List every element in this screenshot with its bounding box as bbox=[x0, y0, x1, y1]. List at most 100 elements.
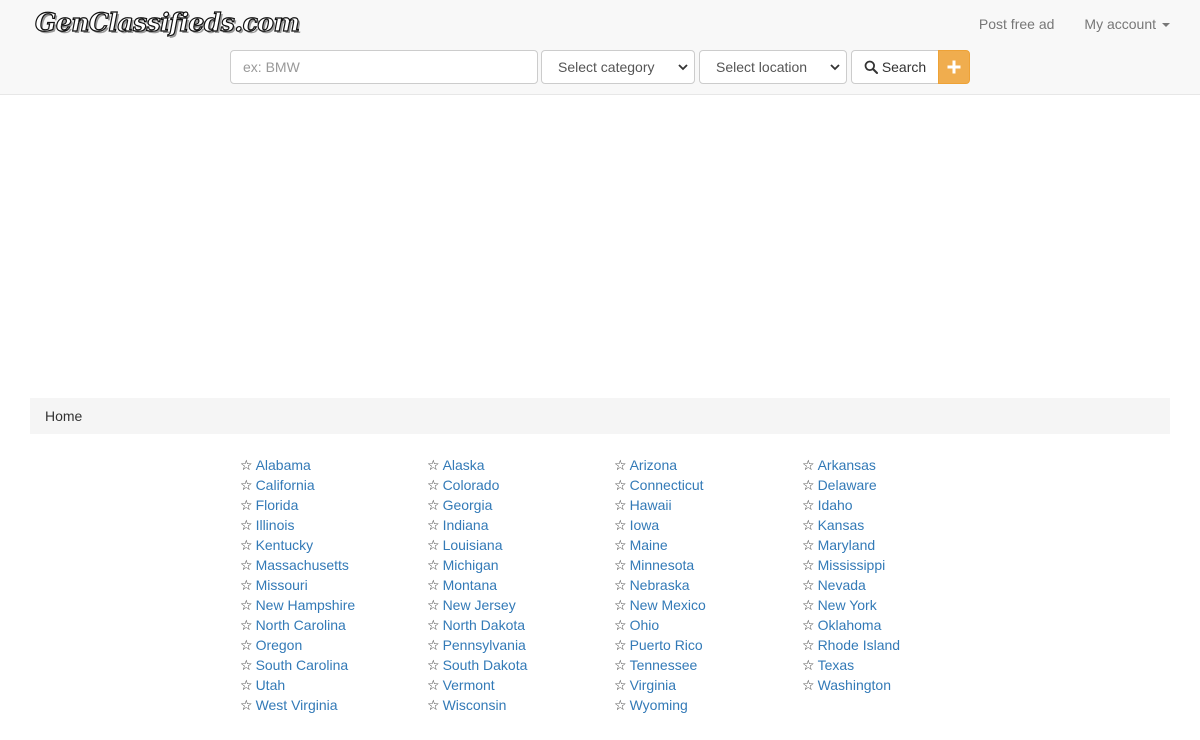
state-link-label: Arkansas bbox=[817, 457, 876, 473]
state-link-label: Maine bbox=[629, 537, 668, 553]
star-outline-icon: ☆ bbox=[427, 578, 440, 594]
state-link[interactable]: ☆ Vermont bbox=[427, 675, 495, 696]
state-link[interactable]: ☆ Nevada bbox=[802, 575, 866, 596]
state-link[interactable]: ☆ Puerto Rico bbox=[614, 635, 703, 656]
state-link-label: California bbox=[255, 477, 315, 493]
star-outline-icon: ☆ bbox=[614, 638, 627, 654]
search-button-label: Search bbox=[881, 59, 927, 75]
state-link[interactable]: ☆ Wisconsin bbox=[427, 695, 506, 716]
state-link[interactable]: ☆ New Jersey bbox=[427, 595, 516, 616]
state-link[interactable]: ☆ Massachusetts bbox=[240, 555, 349, 576]
state-link[interactable]: ☆ Washington bbox=[802, 675, 891, 696]
category-select[interactable]: Select category bbox=[541, 50, 695, 84]
add-ad-button[interactable] bbox=[938, 50, 970, 84]
search-input[interactable] bbox=[230, 50, 538, 84]
star-outline-icon: ☆ bbox=[427, 518, 440, 534]
state-link[interactable]: ☆ Virginia bbox=[614, 675, 676, 696]
state-link[interactable]: ☆ South Carolina bbox=[240, 655, 348, 676]
star-outline-icon: ☆ bbox=[614, 458, 627, 474]
state-link[interactable]: ☆ Idaho bbox=[802, 495, 853, 516]
star-outline-icon: ☆ bbox=[802, 678, 815, 694]
state-link[interactable]: ☆ Kentucky bbox=[240, 535, 313, 556]
state-link-label: Delaware bbox=[817, 477, 877, 493]
state-link[interactable]: ☆ Hawaii bbox=[614, 495, 672, 516]
state-link[interactable]: ☆ Ohio bbox=[614, 615, 659, 636]
state-link[interactable]: ☆ Illinois bbox=[240, 515, 294, 536]
state-link[interactable]: ☆ Utah bbox=[240, 675, 285, 696]
state-link[interactable]: ☆ Pennsylvania bbox=[427, 635, 526, 656]
state-link[interactable]: ☆ Iowa bbox=[614, 515, 659, 536]
state-link[interactable]: ☆ Minnesota bbox=[614, 555, 694, 576]
state-link[interactable]: ☆ Texas bbox=[802, 655, 854, 676]
state-link[interactable]: ☆ Mississippi bbox=[802, 555, 885, 576]
star-outline-icon: ☆ bbox=[614, 498, 627, 514]
state-link[interactable]: ☆ North Carolina bbox=[240, 615, 346, 636]
state-link[interactable]: ☆ Michigan bbox=[427, 555, 499, 576]
state-link-label: Minnesota bbox=[629, 557, 695, 573]
state-link-label: Alabama bbox=[255, 457, 311, 473]
state-link-label: New Hampshire bbox=[255, 597, 356, 613]
location-select-value: Select location bbox=[716, 59, 808, 75]
star-outline-icon: ☆ bbox=[427, 558, 440, 574]
state-link[interactable]: ☆ Alabama bbox=[240, 455, 311, 476]
state-link-label: Puerto Rico bbox=[629, 637, 703, 653]
state-link[interactable]: ☆ Maine bbox=[614, 535, 668, 556]
star-outline-icon: ☆ bbox=[614, 578, 627, 594]
star-outline-icon: ☆ bbox=[802, 478, 815, 494]
state-link[interactable]: ☆ Nebraska bbox=[614, 575, 689, 596]
state-link[interactable]: ☆ New Mexico bbox=[614, 595, 706, 616]
star-outline-icon: ☆ bbox=[240, 618, 253, 634]
site-logo[interactable]: GenClassifieds.com bbox=[34, 7, 300, 37]
state-link-label: Pennsylvania bbox=[442, 637, 526, 653]
star-outline-icon: ☆ bbox=[240, 658, 253, 674]
star-outline-icon: ☆ bbox=[240, 558, 253, 574]
post-free-ad-link[interactable]: Post free ad bbox=[979, 16, 1055, 32]
state-link-label: Florida bbox=[255, 497, 299, 513]
state-link-label: Alaska bbox=[442, 457, 485, 473]
state-link[interactable]: ☆ North Dakota bbox=[427, 615, 525, 636]
state-link-label: Washington bbox=[817, 677, 891, 693]
state-link[interactable]: ☆ Florida bbox=[240, 495, 298, 516]
state-link-label: Montana bbox=[442, 577, 498, 593]
star-outline-icon: ☆ bbox=[614, 598, 627, 614]
star-outline-icon: ☆ bbox=[802, 458, 815, 474]
state-link[interactable]: ☆ West Virginia bbox=[240, 695, 338, 716]
state-link-label: Oregon bbox=[255, 637, 303, 653]
state-link[interactable]: ☆ Louisiana bbox=[427, 535, 503, 556]
state-link[interactable]: ☆ Missouri bbox=[240, 575, 308, 596]
my-account-dropdown[interactable]: My account bbox=[1084, 16, 1170, 32]
state-link[interactable]: ☆ New Hampshire bbox=[240, 595, 355, 616]
breadcrumb-home[interactable]: Home bbox=[45, 408, 82, 424]
state-link[interactable]: ☆ Montana bbox=[427, 575, 497, 596]
state-link[interactable]: ☆ California bbox=[240, 475, 315, 496]
star-outline-icon: ☆ bbox=[614, 558, 627, 574]
state-link[interactable]: ☆ Tennessee bbox=[614, 655, 697, 676]
state-link-label: Indiana bbox=[442, 517, 489, 533]
star-outline-icon: ☆ bbox=[240, 678, 253, 694]
state-link[interactable]: ☆ Oklahoma bbox=[802, 615, 881, 636]
state-link[interactable]: ☆ Kansas bbox=[802, 515, 864, 536]
state-link[interactable]: ☆ Colorado bbox=[427, 475, 499, 496]
state-link[interactable]: ☆ Arizona bbox=[614, 455, 677, 476]
location-select[interactable]: Select location bbox=[699, 50, 847, 84]
state-link[interactable]: ☆ Indiana bbox=[427, 515, 489, 536]
state-link-label: Kansas bbox=[817, 517, 865, 533]
state-link[interactable]: ☆ Rhode Island bbox=[802, 635, 900, 656]
state-link[interactable]: ☆ Georgia bbox=[427, 495, 492, 516]
search-button[interactable]: Search bbox=[851, 50, 939, 84]
state-link[interactable]: ☆ Maryland bbox=[802, 535, 875, 556]
state-link[interactable]: ☆ Arkansas bbox=[802, 455, 876, 476]
state-link-label: West Virginia bbox=[255, 697, 338, 713]
state-link[interactable]: ☆ South Dakota bbox=[427, 655, 527, 676]
star-outline-icon: ☆ bbox=[427, 498, 440, 514]
state-link[interactable]: ☆ New York bbox=[802, 595, 877, 616]
star-outline-icon: ☆ bbox=[802, 658, 815, 674]
state-link[interactable]: ☆ Delaware bbox=[802, 475, 877, 496]
star-outline-icon: ☆ bbox=[427, 658, 440, 674]
state-link[interactable]: ☆ Wyoming bbox=[614, 695, 688, 716]
state-link[interactable]: ☆ Oregon bbox=[240, 635, 302, 656]
state-link[interactable]: ☆ Connecticut bbox=[614, 475, 704, 496]
state-link[interactable]: ☆ Alaska bbox=[427, 455, 485, 476]
star-outline-icon: ☆ bbox=[802, 618, 815, 634]
plus-icon bbox=[947, 60, 961, 74]
